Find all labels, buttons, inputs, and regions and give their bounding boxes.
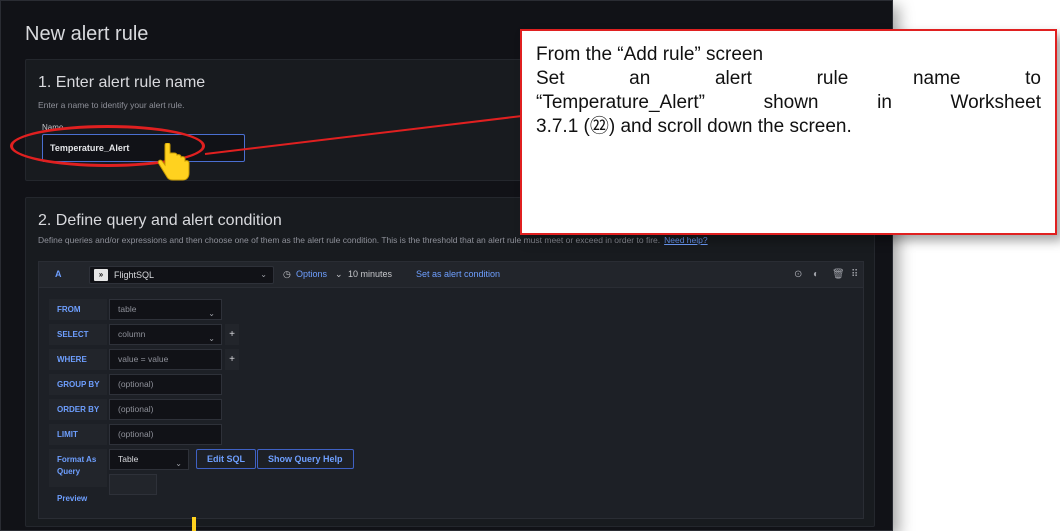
callout-line-4: 3.7.1 (㉒) and scroll down the screen. — [536, 116, 852, 137]
section-title: 2. Define query and alert condition — [38, 212, 282, 229]
chevron-down-icon: ⌄ — [260, 270, 267, 279]
add-where-button[interactable]: + — [225, 349, 239, 370]
chevron-down-icon: ⌄ — [175, 459, 182, 468]
format-as-value: Table — [118, 454, 139, 464]
time-range: 10 minutes — [348, 269, 393, 279]
pointing-hand-icon — [192, 517, 196, 531]
clock-icon: ◷ — [283, 269, 291, 279]
preview-toggle[interactable] — [109, 474, 157, 495]
chevron-down-icon: ⌄ — [208, 334, 215, 343]
from-value: table — [118, 304, 137, 314]
format-as-select[interactable]: Table ⌄ — [109, 449, 189, 470]
group-by-input[interactable]: (optional) — [109, 374, 222, 395]
chevron-down-icon: ⌄ — [208, 309, 215, 318]
query-ref-id[interactable]: A — [55, 269, 62, 279]
eye-icon[interactable]: ◐ — [813, 269, 819, 280]
query-header: A » FlightSQL ⌄ ◷ Options ⌄ 10 minutes S… — [39, 262, 863, 288]
order-by-label: ORDER BY — [49, 399, 107, 420]
preview-label[interactable]: Preview — [57, 494, 115, 503]
select-value: column — [118, 329, 146, 339]
select-column[interactable]: column ⌄ — [109, 324, 222, 345]
limit-input[interactable]: (optional) — [109, 424, 222, 445]
group-by-label: GROUP BY — [49, 374, 107, 395]
query-text: Query — [57, 467, 81, 476]
copy-icon[interactable]: ⊙ — [794, 269, 802, 280]
datasource-name: FlightSQL — [114, 270, 155, 280]
callout-line-2: Set an alert rule name to — [536, 68, 1041, 89]
order-by-input[interactable]: (optional) — [109, 399, 222, 420]
callout-line-3: “Temperature_Alert” shown in Worksheet — [536, 92, 1041, 113]
section-title: 1. Enter alert rule name — [38, 74, 206, 91]
query-section: 2. Define query and alert condition Defi… — [25, 197, 875, 527]
query-editor: A » FlightSQL ⌄ ◷ Options ⌄ 10 minutes S… — [38, 261, 864, 519]
annotation-callout: From the “Add rule” screen Set an alert … — [520, 29, 1057, 235]
where-label: WHERE — [49, 349, 107, 370]
flightsql-logo-icon: » — [94, 269, 108, 281]
limit-label: LIMIT — [49, 424, 107, 445]
chevron-down-icon: ⌄ — [335, 269, 343, 279]
where-input[interactable]: value = value — [109, 349, 222, 370]
edit-sql-button[interactable]: Edit SQL — [196, 449, 256, 469]
from-label: FROM — [49, 299, 107, 320]
pointing-hand-icon — [157, 143, 190, 181]
options-toggle[interactable]: Options — [296, 269, 327, 279]
description-text: Define queries and/or expressions and th… — [38, 235, 661, 245]
select-label: SELECT — [49, 324, 107, 345]
drag-handle-icon[interactable]: ⠿ — [851, 269, 858, 280]
datasource-picker[interactable]: » FlightSQL ⌄ — [89, 266, 274, 284]
format-as-label: Format As Query — [49, 449, 107, 487]
show-query-help-button[interactable]: Show Query Help — [257, 449, 354, 469]
callout-line-1: From the “Add rule” screen — [536, 44, 764, 65]
from-select[interactable]: table ⌄ — [109, 299, 222, 320]
page-title: New alert rule — [25, 23, 149, 45]
add-select-button[interactable]: + — [225, 324, 239, 345]
set-alert-condition-button[interactable]: Set as alert condition — [416, 269, 500, 279]
trash-icon[interactable]: 🗑 — [832, 269, 845, 280]
format-as-text: Format As — [57, 455, 97, 464]
section-description: Enter a name to identify your alert rule… — [38, 100, 185, 110]
section-description: Define queries and/or expressions and th… — [38, 235, 708, 245]
help-link[interactable]: Need help? — [664, 235, 707, 245]
